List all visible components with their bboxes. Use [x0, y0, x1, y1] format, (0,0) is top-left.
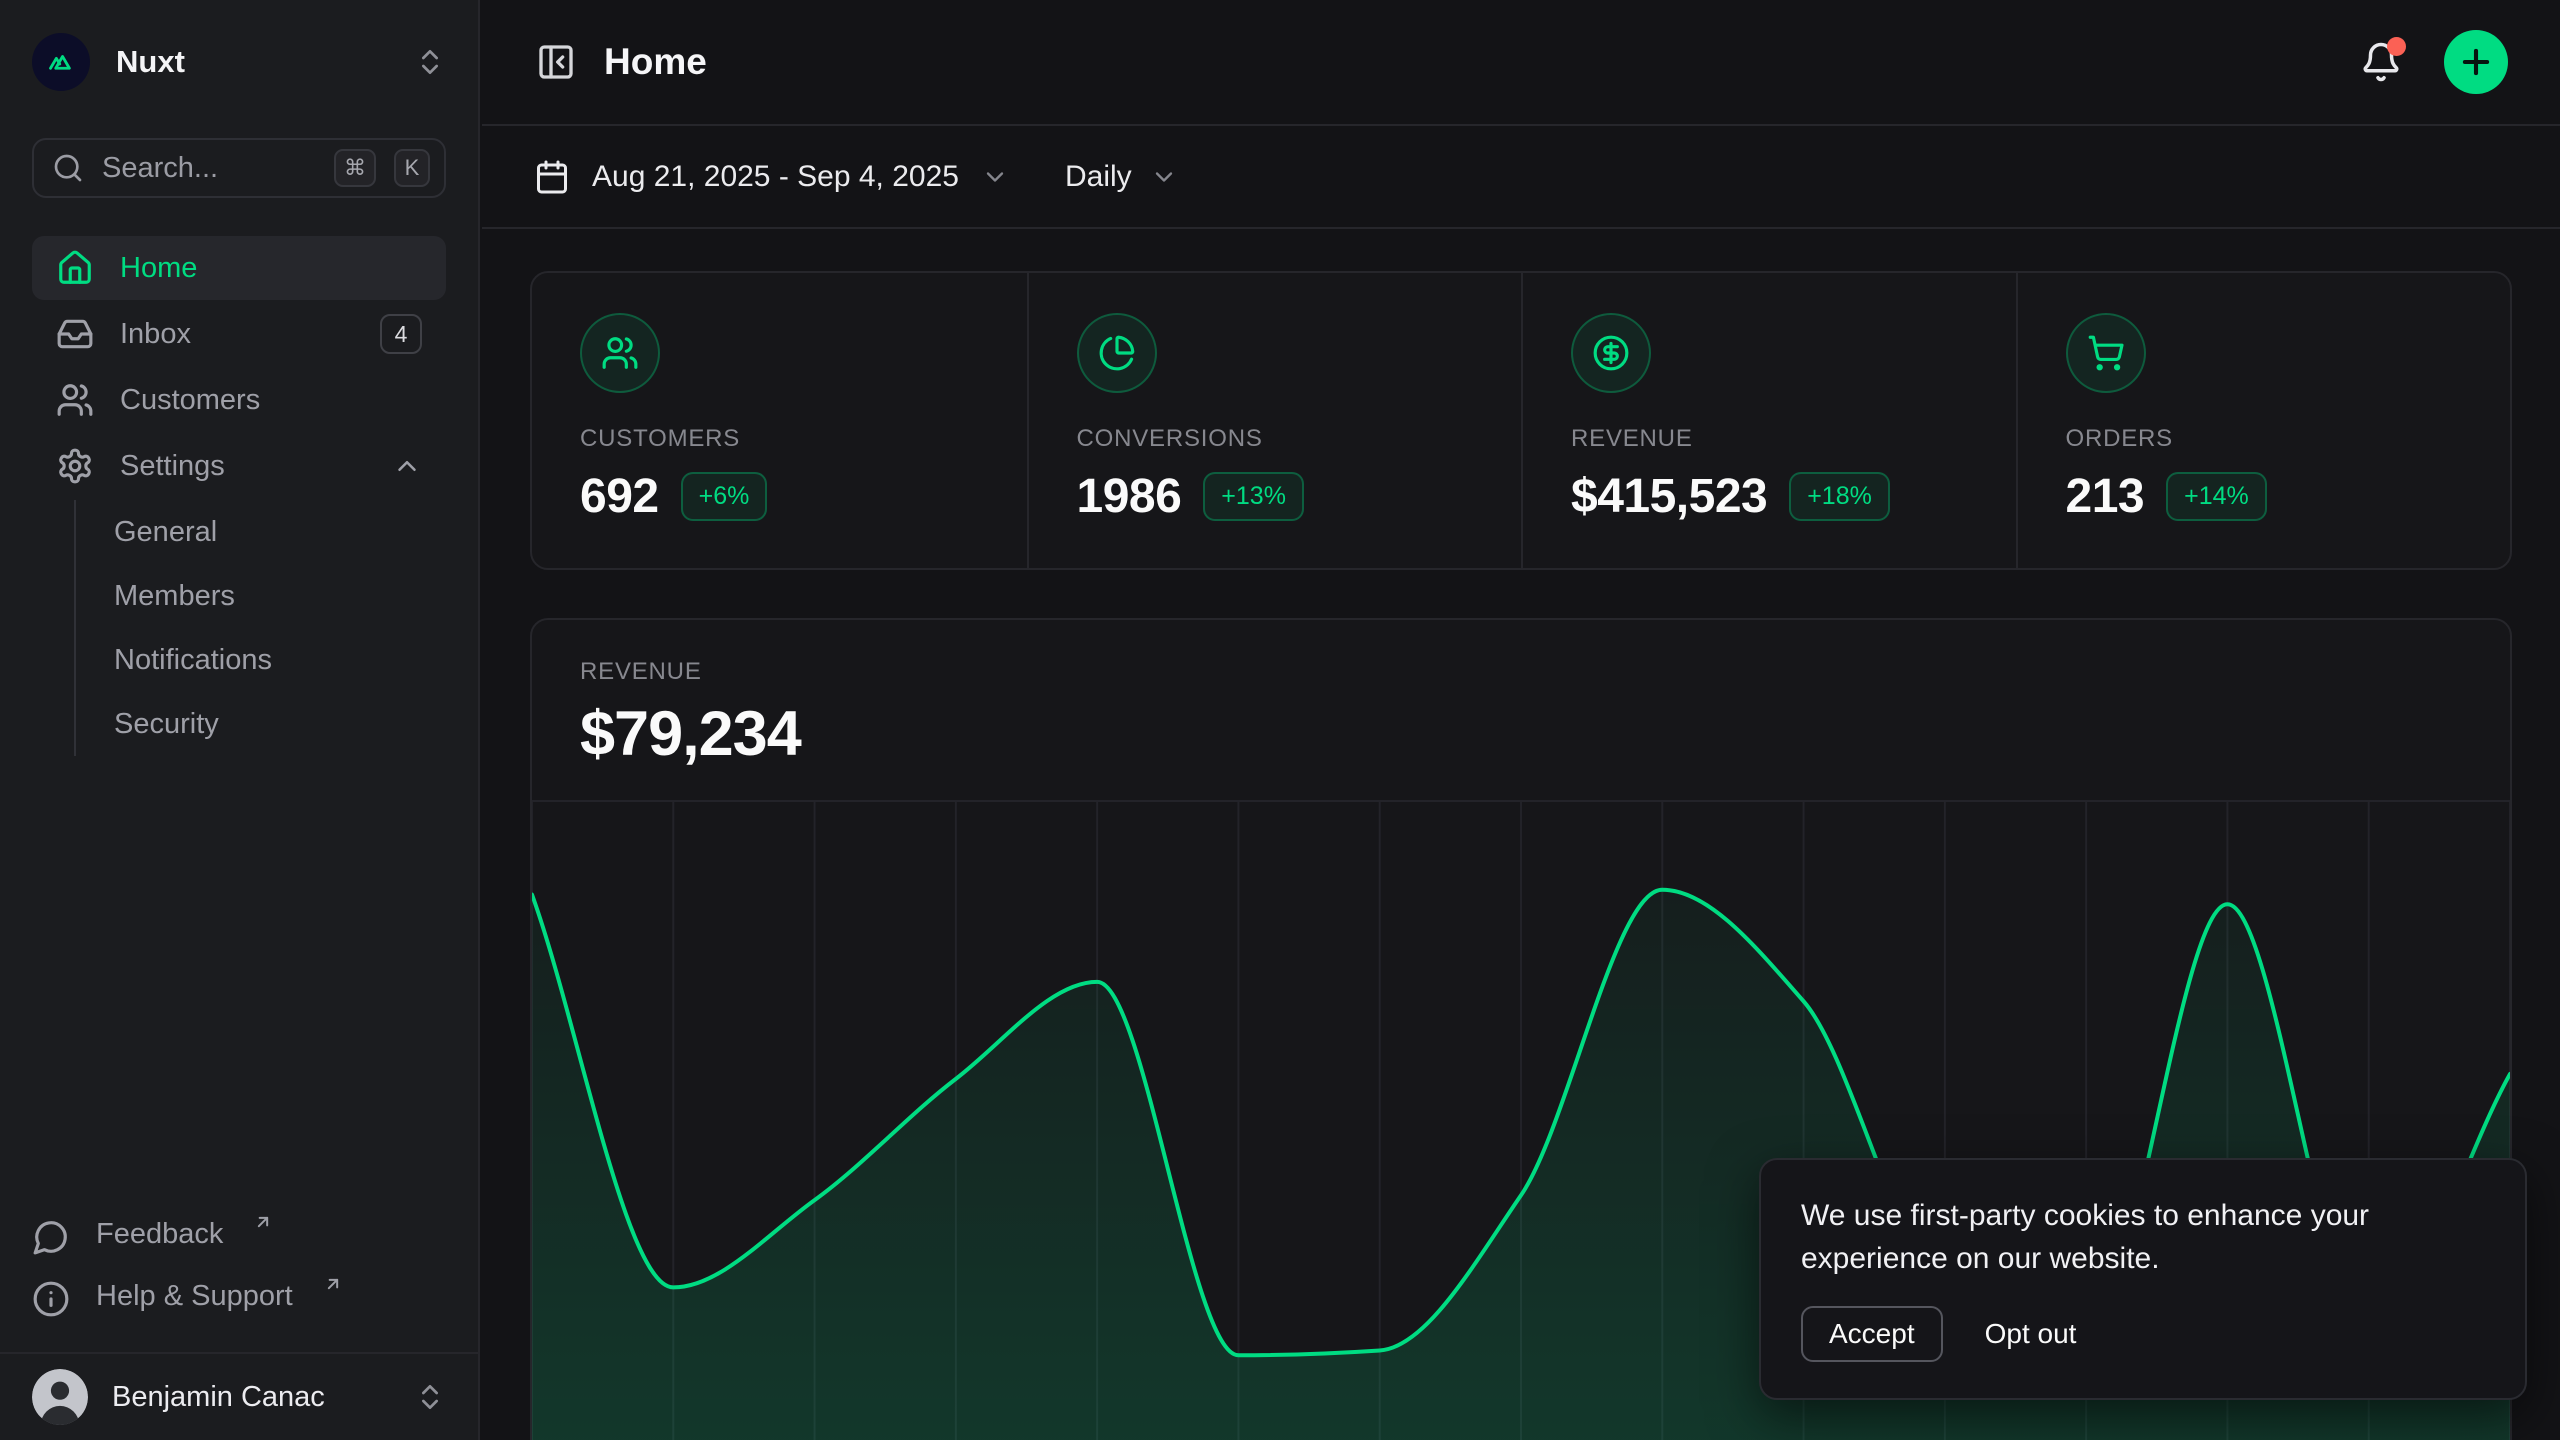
stats-cards: CUSTOMERS 692 +6% CONVERSIONS 1986 +13% — [530, 271, 2512, 570]
sidebar-item-home[interactable]: Home — [32, 236, 446, 300]
plus-icon — [2457, 43, 2495, 81]
stat-card-orders[interactable]: ORDERS 213 +14% — [2016, 273, 2511, 568]
stat-card-revenue[interactable]: REVENUE $415,523 +18% — [1521, 273, 2016, 568]
sidebar-item-general[interactable]: General — [114, 500, 446, 564]
notification-dot — [2387, 37, 2406, 56]
footer-item-label: Help & Support — [96, 1280, 293, 1313]
chevrons-up-down-icon — [414, 1381, 446, 1413]
kbd-k: K — [394, 149, 430, 187]
search-placeholder: Search... — [102, 152, 316, 185]
chevron-down-icon — [1150, 163, 1178, 191]
stat-delta-badge: +14% — [2166, 472, 2267, 521]
revenue-chart-total: $79,234 — [580, 698, 2462, 770]
help-support-link[interactable]: Help & Support — [32, 1268, 446, 1330]
external-link-icon — [253, 1212, 273, 1232]
date-range-label: Aug 21, 2025 - Sep 4, 2025 — [592, 160, 959, 194]
stat-label: ORDERS — [2066, 425, 2463, 453]
cookie-message: We use first-party cookies to enhance yo… — [1801, 1194, 2485, 1280]
date-range-picker[interactable]: Aug 21, 2025 - Sep 4, 2025 — [534, 159, 1009, 195]
kbd-meta: ⌘ — [334, 149, 376, 187]
message-circle-icon — [32, 1218, 70, 1256]
stat-delta-badge: +13% — [1203, 472, 1304, 521]
users-icon — [580, 313, 660, 393]
granularity-select[interactable]: Daily — [1065, 160, 1178, 194]
revenue-chart-header: REVENUE $79,234 — [532, 620, 2510, 770]
sidebar-item-inbox[interactable]: Inbox 4 — [32, 302, 446, 366]
inbox-icon — [56, 315, 94, 353]
sidebar-item-notifications[interactable]: Notifications — [114, 628, 446, 692]
cookie-actions: Accept Opt out — [1801, 1306, 2485, 1362]
avatar — [32, 1369, 88, 1425]
stat-value: $415,523 — [1571, 469, 1767, 524]
chevron-up-icon — [392, 451, 422, 481]
chevron-down-icon — [981, 163, 1009, 191]
chevrons-up-down-icon — [414, 46, 446, 78]
nuxt-logo-icon — [32, 33, 90, 91]
stat-value: 1986 — [1077, 469, 1182, 524]
stat-delta-badge: +6% — [681, 472, 768, 521]
sub-item-label: General — [114, 516, 217, 549]
sidebar-item-label: Customers — [120, 384, 260, 417]
stat-label: CUSTOMERS — [580, 425, 979, 453]
sidebar-item-members[interactable]: Members — [114, 564, 446, 628]
search-input[interactable]: Search... ⌘ K — [32, 138, 446, 198]
page-title: Home — [604, 41, 707, 83]
team-name: Nuxt — [116, 44, 388, 80]
sub-item-label: Security — [114, 708, 219, 741]
panel-left-close-icon — [536, 42, 576, 82]
user-menu[interactable]: Benjamin Canac — [32, 1354, 446, 1440]
sidebar-item-settings[interactable]: Settings — [32, 434, 446, 498]
sidebar: Nuxt Search... ⌘ K Home — [0, 0, 480, 1440]
stat-card-conversions[interactable]: CONVERSIONS 1986 +13% — [1027, 273, 1522, 568]
page-header: Home — [482, 0, 2560, 126]
add-button[interactable] — [2444, 30, 2508, 94]
calendar-icon — [534, 159, 570, 195]
accept-button[interactable]: Accept — [1801, 1306, 1943, 1362]
opt-out-button[interactable]: Opt out — [1985, 1318, 2077, 1350]
cart-icon — [2066, 313, 2146, 393]
sub-item-label: Members — [114, 580, 235, 613]
sidebar-collapse-button[interactable] — [534, 40, 578, 84]
home-icon — [56, 249, 94, 287]
settings-sub-list: General Members Notifications Security — [74, 500, 446, 756]
notifications-button[interactable] — [2358, 39, 2404, 85]
sidebar-nav: Home Inbox 4 Customers — [32, 236, 446, 756]
team-selector[interactable]: Nuxt — [32, 20, 446, 104]
stat-label: CONVERSIONS — [1077, 425, 1474, 453]
footer-item-label: Feedback — [96, 1218, 223, 1251]
stat-value: 692 — [580, 469, 659, 524]
sidebar-item-label: Settings — [120, 450, 225, 483]
granularity-label: Daily — [1065, 160, 1132, 194]
revenue-chart-label: REVENUE — [580, 658, 2462, 686]
dollar-circle-icon — [1571, 313, 1651, 393]
sidebar-footer: Feedback Help & Support — [32, 1206, 446, 1330]
stat-value: 213 — [2066, 469, 2145, 524]
filters-toolbar: Aug 21, 2025 - Sep 4, 2025 Daily — [482, 126, 2560, 229]
info-circle-icon — [32, 1280, 70, 1318]
sub-item-label: Notifications — [114, 644, 272, 677]
sidebar-item-customers[interactable]: Customers — [32, 368, 446, 432]
stat-card-customers[interactable]: CUSTOMERS 692 +6% — [532, 273, 1027, 568]
pie-chart-icon — [1077, 313, 1157, 393]
gear-icon — [56, 447, 94, 485]
stat-label: REVENUE — [1571, 425, 1968, 453]
stat-delta-badge: +18% — [1789, 472, 1890, 521]
user-name: Benjamin Canac — [112, 1381, 390, 1414]
cookie-banner: We use first-party cookies to enhance yo… — [1759, 1158, 2527, 1400]
users-icon — [56, 381, 94, 419]
search-icon — [52, 152, 84, 184]
sidebar-spacer — [32, 756, 446, 1206]
sidebar-item-security[interactable]: Security — [114, 692, 446, 756]
dashboard-app: { "colors": { "accent": "#00dc82", "noti… — [0, 0, 2560, 1440]
sidebar-item-label: Inbox — [120, 318, 191, 351]
feedback-link[interactable]: Feedback — [32, 1206, 446, 1268]
header-actions — [2358, 30, 2508, 94]
sidebar-item-label: Home — [120, 252, 197, 285]
inbox-count-badge: 4 — [380, 314, 422, 354]
external-link-icon — [323, 1274, 343, 1294]
